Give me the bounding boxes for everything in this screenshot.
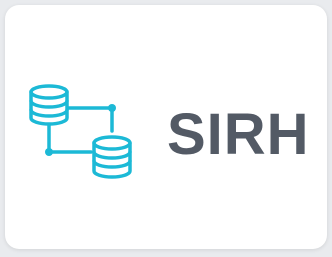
database-network-icon bbox=[29, 84, 132, 179]
logo-card: SIRH bbox=[5, 5, 327, 249]
app-title: SIRH bbox=[167, 102, 310, 167]
